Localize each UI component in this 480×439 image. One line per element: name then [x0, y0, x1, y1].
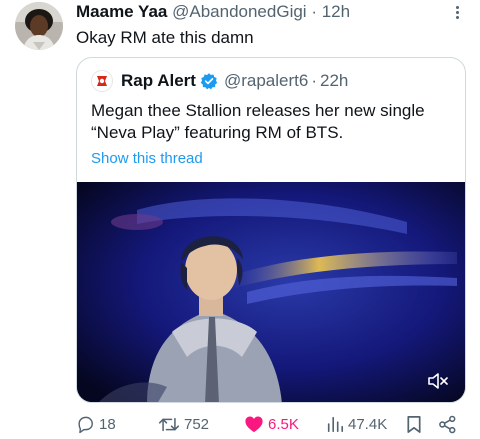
views-icon — [327, 416, 344, 433]
author-name[interactable]: Maame Yaa — [76, 2, 167, 21]
like-icon — [245, 416, 263, 433]
retweet-icon — [158, 417, 180, 431]
separator-dot: · — [311, 71, 317, 90]
separator-dot: · — [311, 2, 317, 21]
more-icon[interactable] — [452, 4, 462, 24]
views-button[interactable]: 47.4K — [326, 412, 387, 436]
rap-alert-logo-icon — [97, 76, 107, 86]
reply-icon — [78, 416, 93, 433]
retweet-button[interactable]: 752 — [158, 412, 209, 436]
quoted-author-handle[interactable]: @rapalert6 — [224, 71, 308, 91]
show-thread-link[interactable]: Show this thread — [91, 150, 203, 167]
reply-count: 18 — [99, 415, 116, 433]
like-count: 6.5K — [268, 415, 299, 433]
retweet-count: 752 — [184, 415, 210, 433]
share-button[interactable] — [438, 412, 461, 436]
tweet[interactable]: Maame Yaa @AbandonedGigi · 12h Okay RM a… — [0, 0, 480, 439]
author-avatar[interactable] — [15, 2, 63, 50]
mute-icon[interactable] — [427, 372, 449, 390]
quoted-tweet-time[interactable]: 22h — [320, 71, 348, 91]
views-count: 47.4K — [348, 415, 388, 433]
bookmark-icon — [407, 415, 421, 433]
quoted-author-avatar[interactable] — [91, 70, 113, 92]
author-handle[interactable]: @AbandonedGigi — [172, 2, 306, 21]
quoted-tweet-text: Megan thee Stallion releases her new sin… — [91, 101, 425, 142]
quoted-tweet[interactable]: Rap Alert @rapalert6 · 22h Megan thee St… — [76, 57, 466, 403]
tweet-time[interactable]: 12h — [322, 2, 350, 21]
like-button[interactable]: 6.5K — [244, 412, 299, 436]
share-icon — [439, 415, 456, 433]
tweet-header: Maame Yaa @AbandonedGigi · 12h — [76, 1, 350, 23]
verified-badge-icon — [200, 72, 218, 90]
tweet-text: Okay RM ate this damn — [76, 28, 254, 47]
bookmark-button[interactable] — [406, 412, 426, 436]
video-frame — [77, 182, 465, 402]
reply-button[interactable]: 18 — [76, 412, 116, 436]
quoted-author-name[interactable]: Rap Alert — [121, 71, 196, 91]
video-player[interactable] — [77, 182, 465, 402]
quoted-tweet-header: Rap Alert @rapalert6 · 22h — [91, 70, 348, 92]
tweet-actions: 18 752 6.5K 47.4K — [76, 412, 470, 436]
